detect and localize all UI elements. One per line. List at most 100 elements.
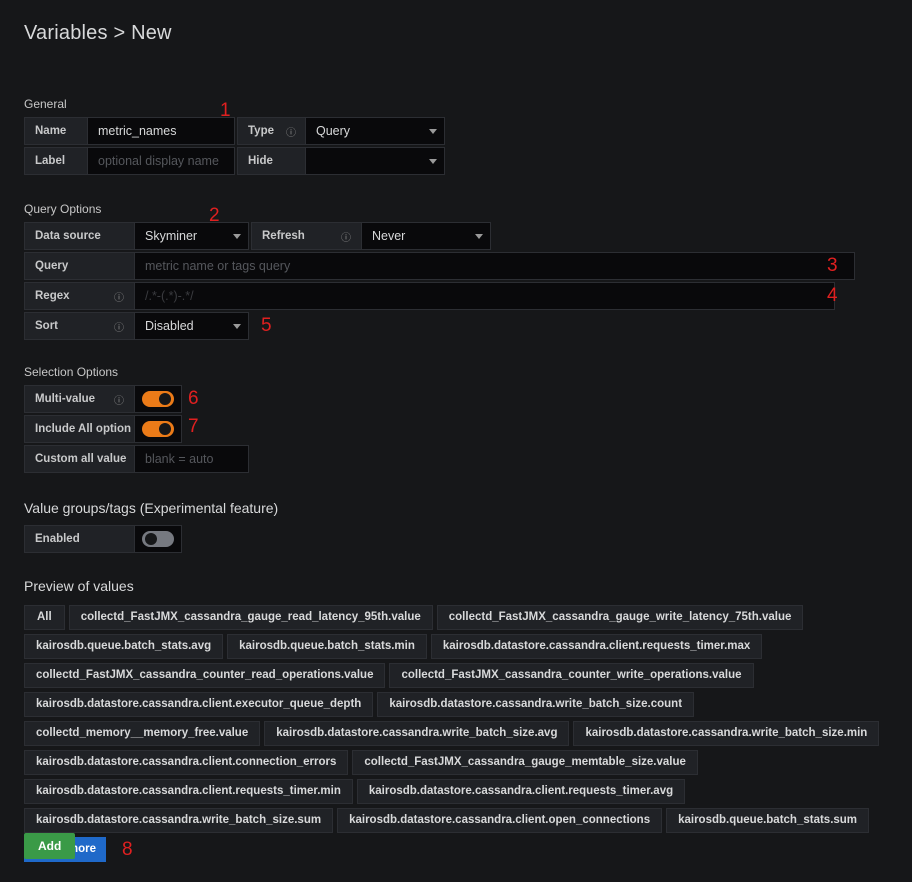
marker-4: 4 <box>827 285 838 306</box>
info-icon[interactable]: ⓘ <box>102 392 124 407</box>
preview-tag[interactable]: collectd_FastJMX_cassandra_gauge_read_la… <box>68 605 433 630</box>
preview-tag[interactable]: kairosdb.datastore.cassandra.client.open… <box>337 808 663 833</box>
preview-tag[interactable]: kairosdb.queue.batch_stats.sum <box>666 808 870 833</box>
selection-row-custom-all: Custom all value blank = auto <box>24 445 249 473</box>
toggle-switch-on[interactable] <box>142 391 174 407</box>
variables-editor-page: Variables > New General Name metric_name… <box>0 0 912 882</box>
preview-tag[interactable]: kairosdb.datastore.cassandra.client.conn… <box>24 750 349 775</box>
refresh-select[interactable]: Never <box>361 222 491 250</box>
type-label: Type ⓘ <box>237 117 305 145</box>
refresh-label: Refresh ⓘ <box>251 222 361 250</box>
preview-tag[interactable]: kairosdb.datastore.cassandra.client.requ… <box>430 634 763 659</box>
custom-all-input[interactable]: blank = auto <box>134 445 249 473</box>
marker-2: 2 <box>209 205 220 226</box>
regex-input[interactable]: /.*-(.*)-.*/ <box>134 282 835 310</box>
marker-7: 7 <box>188 416 199 437</box>
preview-tag[interactable]: kairosdb.datastore.cassandra.write_batch… <box>573 721 880 746</box>
general-row-name: Name metric_names 1 Type ⓘ Query <box>24 101 445 145</box>
selection-row-multivalue: Multi-value ⓘ 6 <box>24 385 249 413</box>
info-icon[interactable]: ⓘ <box>329 229 351 244</box>
preview-values-list: All collectd_FastJMX_cassandra_gauge_rea… <box>24 605 888 862</box>
query-input[interactable]: metric name or tags query <box>134 252 855 280</box>
selection-options-section-label: Selection Options <box>24 365 119 379</box>
marker-5: 5 <box>261 315 272 336</box>
general-section-label: General <box>24 97 67 111</box>
query-options-section-label: Query Options <box>24 202 102 216</box>
query-options-row-sort: Sort ⓘ Disabled 5 <box>24 312 855 340</box>
include-all-label: Include All option <box>24 415 134 443</box>
info-icon[interactable]: ⓘ <box>274 124 296 139</box>
info-icon[interactable]: ⓘ <box>102 319 124 334</box>
chevron-down-icon <box>429 129 437 134</box>
chevron-down-icon <box>429 159 437 164</box>
page-title: Variables > New <box>24 22 172 44</box>
preview-tag[interactable]: kairosdb.datastore.cassandra.client.requ… <box>356 779 686 804</box>
query-label: Query <box>24 252 134 280</box>
chevron-down-icon <box>233 234 241 239</box>
regex-label-text: Regex <box>35 290 70 302</box>
datasource-label: Data source <box>24 222 134 250</box>
toggle-switch-on[interactable] <box>142 421 174 437</box>
query-options-section: Query Options Data source Skyminer 2 Ref… <box>24 202 855 342</box>
toggle-knob <box>145 533 157 545</box>
preview-tag-all[interactable]: All <box>24 605 65 630</box>
regex-label: Regex ⓘ <box>24 282 134 310</box>
marker-8: 8 <box>121 839 133 860</box>
preview-tag[interactable]: kairosdb.queue.batch_stats.avg <box>24 634 224 659</box>
preview-section: Preview of values All collectd_FastJMX_c… <box>24 578 888 862</box>
preview-tag[interactable]: collectd_FastJMX_cassandra_gauge_memtabl… <box>352 750 698 775</box>
name-label: Name <box>24 117 87 145</box>
preview-tag[interactable]: kairosdb.datastore.cassandra.write_batch… <box>377 692 695 717</box>
enabled-label: Enabled <box>24 525 134 553</box>
preview-tag[interactable]: kairosdb.queue.batch_stats.min <box>227 634 427 659</box>
hide-select[interactable] <box>305 147 445 175</box>
label-input[interactable]: optional display name <box>87 147 235 175</box>
info-icon[interactable]: ⓘ <box>102 289 124 304</box>
preview-tag[interactable]: collectd_FastJMX_cassandra_counter_read_… <box>24 663 386 688</box>
datasource-select[interactable]: Skyminer <box>134 222 249 250</box>
include-all-toggle[interactable] <box>134 415 182 443</box>
enabled-toggle[interactable] <box>134 525 182 553</box>
refresh-select-value: Never <box>372 229 406 243</box>
marker-1: 1 <box>220 100 231 121</box>
toggle-knob <box>159 423 171 435</box>
preview-tag[interactable]: kairosdb.datastore.cassandra.write_batch… <box>24 808 334 833</box>
value-groups-section-label: Value groups/tags (Experimental feature) <box>24 500 279 516</box>
multivalue-toggle[interactable] <box>134 385 182 413</box>
preview-tag[interactable]: kairosdb.datastore.cassandra.client.exec… <box>24 692 374 717</box>
preview-tag[interactable]: kairosdb.datastore.cassandra.write_batch… <box>264 721 570 746</box>
type-select[interactable]: Query <box>305 117 445 145</box>
preview-tag[interactable]: collectd_memory__memory_free.value <box>24 721 261 746</box>
selection-options-section: Selection Options Multi-value ⓘ 6 Includ… <box>24 365 249 475</box>
general-row-label: Label optional display name Hide <box>24 147 445 175</box>
name-input[interactable]: metric_names <box>87 117 235 145</box>
custom-all-label: Custom all value <box>24 445 134 473</box>
preview-tag[interactable]: collectd_FastJMX_cassandra_gauge_write_l… <box>436 605 804 630</box>
footer-actions: Add 9 <box>24 833 76 859</box>
label-label: Label <box>24 147 87 175</box>
type-label-text: Type <box>248 125 274 137</box>
add-button[interactable]: Add <box>24 833 76 859</box>
chevron-down-icon <box>233 324 241 329</box>
marker-6: 6 <box>188 388 199 409</box>
query-options-row-query: Query metric name or tags query 3 <box>24 252 855 280</box>
refresh-label-text: Refresh <box>262 230 305 242</box>
toggle-switch-off[interactable] <box>142 531 174 547</box>
selection-row-include-all: Include All option 7 <box>24 415 249 443</box>
value-groups-row-enabled: Enabled <box>24 525 278 553</box>
sort-label: Sort ⓘ <box>24 312 134 340</box>
sort-select[interactable]: Disabled <box>134 312 249 340</box>
marker-3: 3 <box>827 255 838 276</box>
toggle-knob <box>159 393 171 405</box>
query-options-row-datasource: Data source Skyminer 2 Refresh ⓘ Never <box>24 206 855 250</box>
multivalue-label: Multi-value ⓘ <box>24 385 134 413</box>
preview-tag[interactable]: collectd_FastJMX_cassandra_counter_write… <box>389 663 754 688</box>
general-section: General Name metric_names 1 Type ⓘ Query… <box>24 97 445 177</box>
chevron-down-icon <box>475 234 483 239</box>
sort-label-text: Sort <box>35 320 58 332</box>
sort-select-value: Disabled <box>145 319 194 333</box>
datasource-select-value: Skyminer <box>145 229 198 243</box>
type-select-value: Query <box>316 124 351 138</box>
preview-section-label: Preview of values <box>24 578 134 594</box>
preview-tag[interactable]: kairosdb.datastore.cassandra.client.requ… <box>24 779 353 804</box>
